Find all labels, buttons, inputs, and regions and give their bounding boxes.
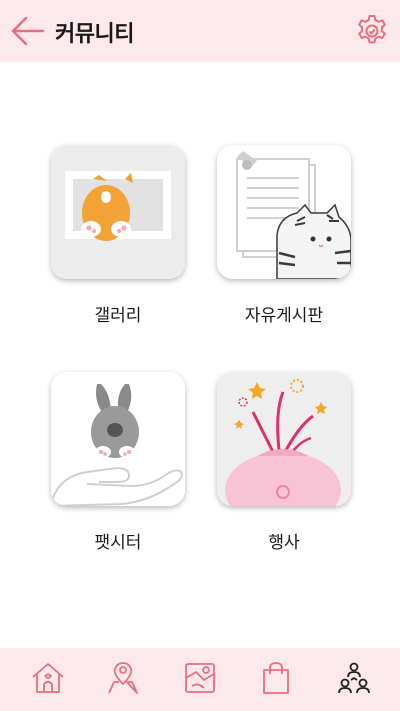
free-board-tile[interactable] <box>217 145 351 279</box>
route-map-icon <box>185 663 215 693</box>
board-cat-icon <box>217 145 351 279</box>
tab-community[interactable] <box>336 660 376 700</box>
arrow-left-icon <box>11 16 45 46</box>
tab-map[interactable] <box>105 660 145 700</box>
settings-button[interactable] <box>354 13 390 49</box>
bottom-tab-bar <box>0 648 400 711</box>
events-tile[interactable] <box>217 372 351 506</box>
petsitter-tile[interactable] <box>51 372 185 506</box>
home-icon <box>32 663 64 693</box>
petsitter-rabbit-icon <box>51 372 185 506</box>
community-icon <box>338 662 370 694</box>
tab-shop[interactable] <box>258 660 298 700</box>
event-pig-icon <box>217 372 351 506</box>
gallery-tile[interactable] <box>51 145 185 279</box>
tab-route[interactable] <box>182 660 222 700</box>
gallery-label[interactable]: 갤러리 <box>38 301 198 326</box>
app-header: 커뮤니티 <box>0 0 400 62</box>
map-pin-icon <box>108 662 138 694</box>
petsitter-label[interactable]: 팻시터 <box>38 528 198 553</box>
page-title: 커뮤니티 <box>55 22 134 47</box>
shopping-bag-icon <box>263 662 289 694</box>
events-label[interactable]: 행사 <box>204 528 364 553</box>
gallery-corgi-icon <box>51 145 185 279</box>
tab-home[interactable] <box>30 660 70 700</box>
back-button[interactable] <box>10 14 46 48</box>
gear-icon <box>358 15 386 44</box>
free-board-label[interactable]: 자유게시판 <box>204 301 364 326</box>
